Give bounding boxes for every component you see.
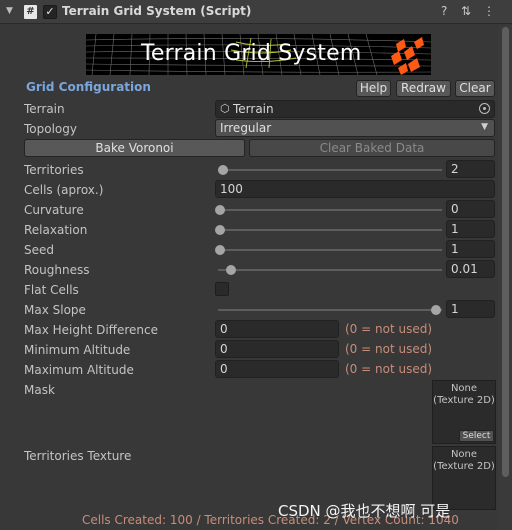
max-slope-slider-thumb[interactable]: [431, 305, 441, 315]
banner-title: Terrain Grid System: [141, 41, 362, 66]
help-button[interactable]: Help: [356, 80, 391, 97]
component-title: Terrain Grid System (Script): [62, 4, 252, 18]
minimum-altitude-label: Minimum Altitude: [24, 343, 131, 357]
seed-slider-thumb[interactable]: [215, 245, 225, 255]
seed-input[interactable]: 1: [446, 240, 495, 258]
cells-input[interactable]: 100: [215, 180, 495, 198]
curvature-input[interactable]: 0: [446, 200, 495, 218]
scrollbar-thumb[interactable]: [502, 27, 509, 477]
cells-label: Cells (aprox.): [24, 183, 104, 197]
curvature-slider-track[interactable]: [218, 209, 442, 211]
max-slope-input[interactable]: 1: [446, 300, 495, 318]
terrain-label: Terrain: [24, 102, 65, 116]
relaxation-slider-thumb[interactable]: [215, 225, 225, 235]
territories-texture-none: None (Texture 2D): [433, 449, 495, 472]
seed-slider-track[interactable]: [218, 249, 442, 251]
roughness-slider-track[interactable]: [218, 269, 442, 271]
seed-label: Seed: [24, 243, 54, 257]
maximum-altitude-hint: (0 = not used): [345, 362, 433, 376]
topology-dropdown[interactable]: Irregular ▼: [215, 119, 495, 137]
territories-slider-thumb[interactable]: [218, 165, 228, 175]
clear-baked-data-button[interactable]: Clear Baked Data: [249, 139, 495, 157]
roughness-input[interactable]: 0.01: [446, 260, 495, 278]
max-height-difference-label: Max Height Difference: [24, 323, 158, 337]
script-icon: #: [24, 5, 37, 19]
maximum-altitude-input[interactable]: 0: [215, 360, 339, 378]
component-enabled-checkbox[interactable]: ✓: [43, 5, 57, 19]
foldout-arrow-icon[interactable]: ▼: [6, 6, 13, 16]
context-menu-icon[interactable]: ⋮: [483, 4, 495, 18]
terrain-value: Terrain: [233, 102, 274, 116]
roughness-slider-thumb[interactable]: [226, 265, 236, 275]
cube-icon: ⬡: [220, 102, 230, 115]
presets-icon[interactable]: ⇅: [461, 4, 471, 18]
flat-cells-checkbox[interactable]: [215, 282, 229, 296]
mask-label: Mask: [24, 383, 55, 397]
territories-slider-track[interactable]: [218, 169, 442, 171]
curvature-slider-thumb[interactable]: [215, 205, 225, 215]
topology-label: Topology: [24, 122, 77, 136]
mask-texture-none: None (Texture 2D): [433, 383, 495, 406]
redraw-button[interactable]: Redraw: [396, 80, 451, 97]
max-height-difference-input[interactable]: 0: [215, 320, 339, 338]
watermark-text: CSDN @我也不想啊 可是: [278, 502, 451, 520]
max-slope-label: Max Slope: [24, 303, 86, 317]
relaxation-label: Relaxation: [24, 223, 88, 237]
max-slope-slider-track[interactable]: [218, 309, 442, 311]
territories-input[interactable]: 2: [446, 160, 495, 178]
help-icon[interactable]: ?: [441, 4, 447, 18]
clear-button[interactable]: Clear: [455, 80, 495, 97]
roughness-label: Roughness: [24, 263, 90, 277]
bake-voronoi-button[interactable]: Bake Voronoi: [24, 139, 245, 157]
minimum-altitude-hint: (0 = not used): [345, 342, 433, 356]
banner-logo: Terrain Grid System: [86, 34, 431, 75]
max-height-difference-hint: (0 = not used): [345, 322, 433, 336]
terrain-object-field[interactable]: ⬡ Terrain: [215, 100, 495, 118]
maximum-altitude-label: Maximum Altitude: [24, 363, 134, 377]
relaxation-input[interactable]: 1: [446, 220, 495, 238]
mask-texture-field[interactable]: None (Texture 2D) Select: [432, 380, 496, 444]
section-title-grid-configuration: Grid Configuration: [26, 80, 151, 94]
object-picker-icon[interactable]: [479, 103, 490, 114]
chevron-down-icon: ▼: [481, 122, 488, 132]
flat-cells-label: Flat Cells: [24, 283, 79, 297]
territories-texture-label: Territories Texture: [24, 449, 132, 463]
curvature-label: Curvature: [24, 203, 84, 217]
minimum-altitude-input[interactable]: 0: [215, 340, 339, 358]
topology-value: Irregular: [220, 121, 272, 135]
inspector-scrollbar[interactable]: [498, 25, 512, 530]
territories-label: Territories: [24, 163, 84, 177]
component-header: ▼ # ✓ Terrain Grid System (Script) ? ⇅ ⋮: [0, 0, 512, 24]
mask-select-button[interactable]: Select: [459, 430, 494, 442]
relaxation-slider-track[interactable]: [218, 229, 442, 231]
